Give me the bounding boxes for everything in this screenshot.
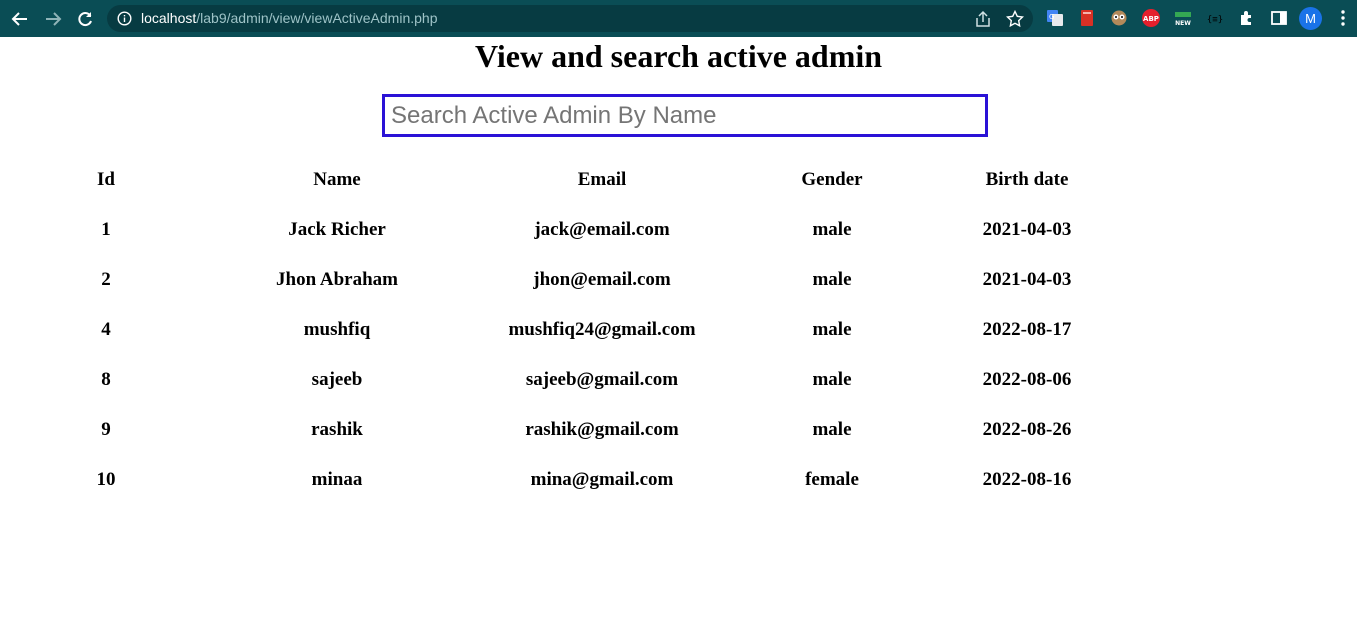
menu-kebab-icon[interactable]: [1333, 8, 1353, 28]
cell-gender: female: [805, 469, 859, 490]
translate-extension-icon[interactable]: G: [1045, 8, 1065, 28]
puzzle-extensions-icon[interactable]: [1237, 8, 1257, 28]
cell-gender: male: [812, 319, 852, 340]
reload-icon: [78, 12, 92, 27]
table-row: 4 mushfiq mushfiq24@gmail.com male 2022-…: [0, 305, 1357, 355]
header-gender: Gender: [801, 169, 863, 190]
url-host: localhost: [141, 10, 197, 26]
cell-email: rashik@gmail.com: [525, 419, 679, 440]
url-text[interactable]: localhost/lab9/admin/view/viewActiveAdmi…: [141, 10, 438, 26]
code-label: {≡}: [1207, 15, 1223, 25]
admin-table: Id Name Email Gender Birth date 1 Jack R…: [0, 155, 1357, 505]
cell-birth-date: 2022-08-17: [982, 319, 1072, 340]
cell-email: sajeeb@gmail.com: [525, 369, 679, 390]
adblock-plus-icon[interactable]: ABP: [1141, 8, 1161, 28]
share-icon[interactable]: [973, 9, 993, 29]
cell-gender: male: [812, 269, 852, 290]
cell-gender: male: [812, 219, 852, 240]
cell-name: rashik: [311, 419, 363, 440]
cell-id: 2: [101, 269, 111, 290]
arrow-right-icon: [46, 12, 62, 26]
url-path: /lab9/admin/view/viewActiveAdmin.php: [196, 10, 438, 26]
table-row: 1 Jack Richer jack@email.com male 2021-0…: [0, 205, 1357, 255]
cell-name: minaa: [311, 469, 363, 490]
cell-id: 1: [101, 219, 111, 240]
cell-name: Jhon Abraham: [276, 269, 398, 290]
site-info-icon[interactable]: [117, 11, 132, 31]
cell-email: jack@email.com: [534, 219, 670, 240]
cell-birth-date: 2022-08-16: [982, 469, 1072, 490]
table-row: 9 rashik rashik@gmail.com male 2022-08-2…: [0, 405, 1357, 455]
table-row: 8 sajeeb sajeeb@gmail.com male 2022-08-0…: [0, 355, 1357, 405]
cell-email: jhon@email.com: [533, 269, 671, 290]
table-row: 2 Jhon Abraham jhon@email.com male 2021-…: [0, 255, 1357, 305]
cell-name: Jack Richer: [288, 219, 386, 240]
abp-label: ABP: [1143, 15, 1159, 23]
table-header: Id Name Email Gender Birth date: [0, 155, 1357, 205]
cell-id: 8: [101, 369, 111, 390]
cell-name: mushfiq: [303, 319, 371, 340]
arrow-left-icon: [11, 12, 27, 26]
side-panel-icon[interactable]: [1269, 8, 1289, 28]
new-label: NEW: [1175, 20, 1191, 27]
book-extension-icon[interactable]: [1077, 8, 1097, 28]
cell-birth-date: 2022-08-06: [982, 369, 1072, 390]
cell-birth-date: 2021-04-03: [982, 269, 1072, 290]
header-email: Email: [577, 169, 627, 190]
cell-gender: male: [812, 419, 852, 440]
bookmark-star-icon[interactable]: [1005, 9, 1025, 29]
header-id: Id: [97, 169, 115, 190]
new-extension-icon[interactable]: NEW: [1173, 8, 1193, 28]
forward-button[interactable]: [40, 6, 66, 32]
cell-id: 10: [96, 469, 116, 490]
cell-birth-date: 2022-08-26: [982, 419, 1072, 440]
svg-text:G: G: [1049, 13, 1054, 21]
profile-avatar[interactable]: M: [1299, 7, 1322, 30]
cell-id: 4: [101, 319, 111, 340]
address-bar[interactable]: localhost/lab9/admin/view/viewActiveAdmi…: [107, 5, 1033, 32]
cell-name: sajeeb: [311, 369, 363, 390]
header-birth-date: Birth date: [985, 169, 1069, 190]
search-input[interactable]: [382, 94, 988, 137]
cell-email: mushfiq24@gmail.com: [508, 319, 696, 340]
page-title: View and search active admin: [474, 38, 883, 74]
cell-birth-date: 2021-04-03: [982, 219, 1072, 240]
browser-toolbar: localhost/lab9/admin/view/viewActiveAdmi…: [0, 0, 1357, 37]
code-extension-icon[interactable]: {≡}: [1205, 8, 1225, 28]
owl-extension-icon[interactable]: [1109, 8, 1129, 28]
header-name: Name: [313, 169, 361, 190]
cell-email: mina@gmail.com: [530, 469, 674, 490]
reload-button[interactable]: [72, 6, 98, 32]
table-row: 10 minaa mina@gmail.com female 2022-08-1…: [0, 455, 1357, 505]
cell-gender: male: [812, 369, 852, 390]
cell-id: 9: [101, 419, 111, 440]
back-button[interactable]: [7, 6, 33, 32]
